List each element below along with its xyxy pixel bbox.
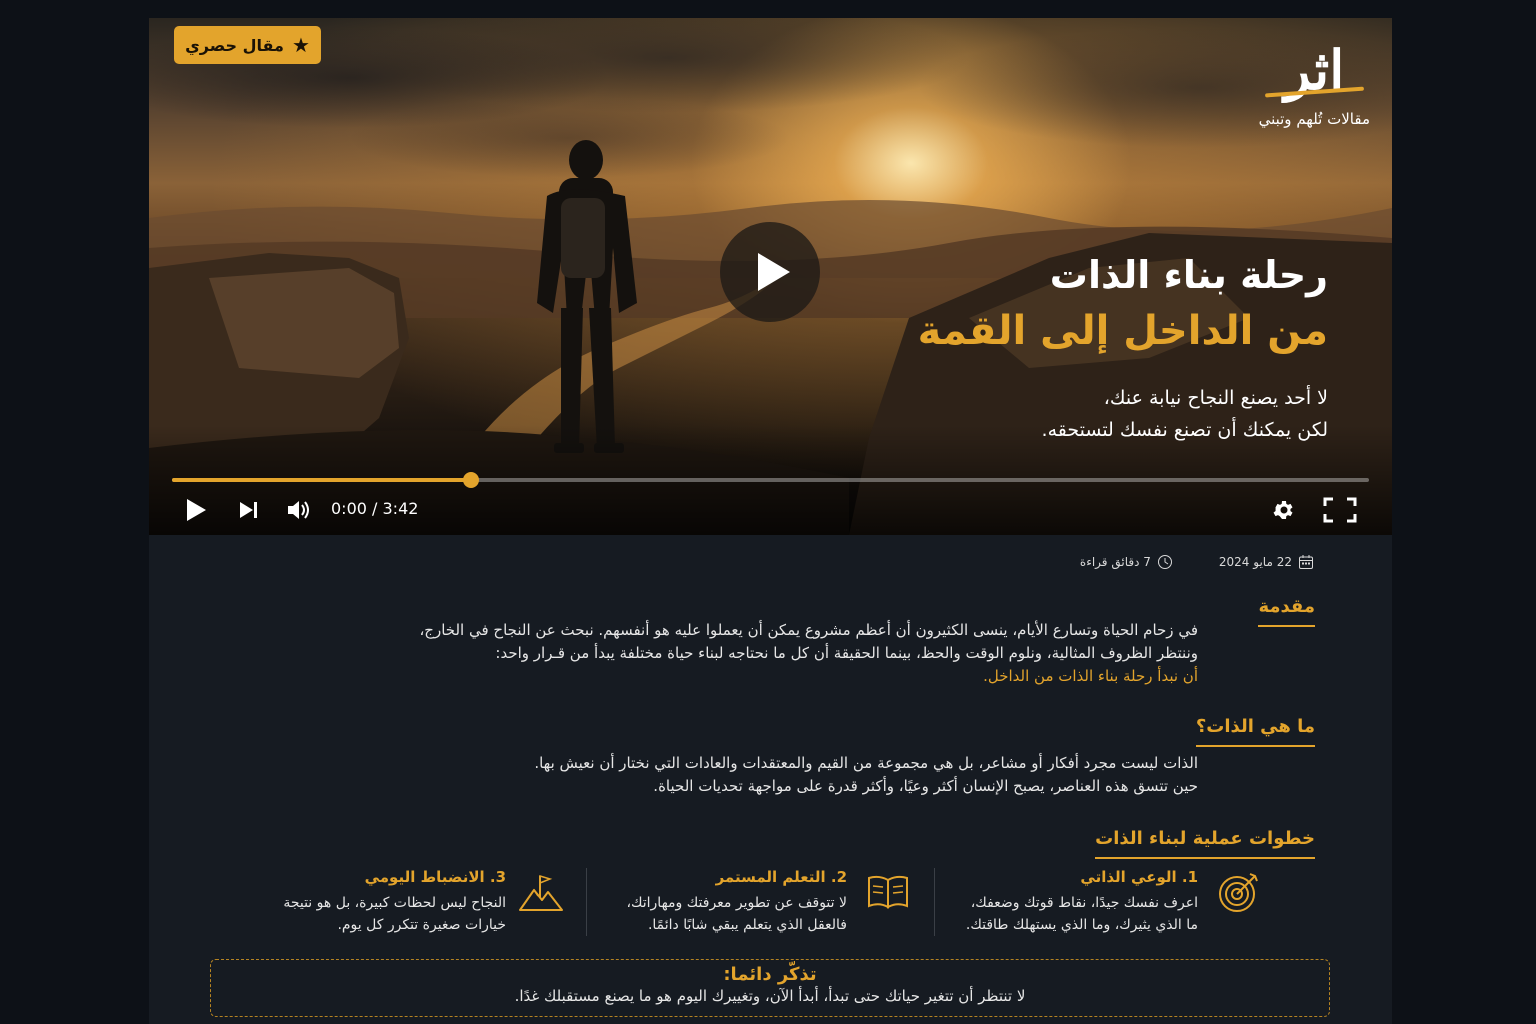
video-headline: رحلة بناء الذات من الداخل إلى القمة لا أ… [918, 250, 1328, 446]
headline-line-1: رحلة بناء الذات [1049, 253, 1328, 297]
progress-bar[interactable] [172, 472, 1369, 488]
star-icon: ★ [291, 33, 310, 57]
callout-title: تذكّر دائما: [723, 964, 817, 985]
clock-icon [1157, 555, 1172, 569]
what-is-self-paragraph: الذات ليست مجرد أفكار أو مشاعر، بل هي مج… [534, 752, 1198, 798]
badge-label: مقال حصري [185, 35, 284, 55]
step-item-1: 1. الوعي الذاتي اعرف نفسك جيدًا، نقاط قو… [938, 868, 1198, 940]
next-button[interactable] [238, 496, 260, 524]
callout-text: لا تنتظر أن تتغير حياتك حتى تبدأ، أبدأ ا… [514, 987, 1026, 1005]
settings-button[interactable] [1271, 496, 1295, 524]
what-is-line-1: الذات ليست مجرد أفكار أو مشاعر، بل هي مج… [534, 754, 1198, 772]
step-1-line-2: ما الذي يثيرك، وما الذي يستهلك طاقتك. [965, 917, 1198, 933]
intro-paragraph: في زحام الحياة وتسارع الأيام، ينسى الكثي… [419, 619, 1198, 688]
intro-line-1: في زحام الحياة وتسارع الأيام، ينسى الكثي… [419, 621, 1198, 639]
article-card: ★ مقال حصري اثر مقالات تُلهم وتبني رحلة … [149, 18, 1392, 1024]
big-play-button[interactable] [720, 222, 820, 322]
book-icon [867, 874, 911, 916]
exclusive-badge: ★ مقال حصري [174, 26, 321, 64]
step-divider [934, 868, 935, 936]
headline-line-2: من الداخل إلى القمة [917, 308, 1328, 354]
video-player[interactable]: ★ مقال حصري اثر مقالات تُلهم وتبني رحلة … [149, 18, 1392, 535]
headline-subline-1: لا أحد يصنع النجاح نيابة عنك، [1103, 387, 1328, 409]
target-icon [1217, 870, 1261, 918]
volume-button[interactable] [286, 496, 312, 524]
publish-date-text: 22 مايو 2024 [1218, 555, 1292, 569]
skip-next-icon [240, 502, 257, 518]
intro-heading: مقدمة [1258, 596, 1315, 627]
publish-date: 22 مايو 2024 [1219, 554, 1314, 570]
intro-highlight: أن نبدأ رحلة بناء الذات من الداخل. [983, 667, 1198, 685]
headline-subline-2: لكن يمكنك أن تصنع نفسك لتستحقه. [1041, 419, 1328, 441]
logo-tagline: مقالات تُلهم وتبني [1258, 110, 1370, 128]
calendar-icon [1299, 555, 1313, 569]
article-meta: 22 مايو 2024 7 دقائق قراءة [1080, 554, 1314, 570]
logo-mark: اثر [1259, 40, 1370, 100]
volume-icon [288, 501, 309, 519]
brand-logo[interactable]: اثر مقالات تُلهم وتبني [1259, 40, 1370, 128]
progress-fill [172, 478, 472, 482]
intro-line-2: وننتظر الظروف المثالية، ونلوم الوقت والح… [495, 644, 1198, 662]
step-2-line-1: لا تتوقف عن تطوير معرفتك ومهاراتك، [626, 895, 847, 911]
read-time: 7 دقائق قراءة [1080, 554, 1173, 570]
read-time-text: 7 دقائق قراءة [1079, 555, 1151, 569]
play-icon [187, 499, 206, 521]
play-icon [758, 253, 790, 291]
step-3-title: 3. الانضباط اليومي [364, 868, 506, 886]
step-2-title: 2. التعلم المستمر [715, 868, 847, 886]
fullscreen-button[interactable] [1323, 496, 1357, 524]
play-button[interactable] [184, 496, 208, 524]
mountain-flag-icon [518, 872, 564, 916]
gear-icon [1273, 501, 1293, 519]
step-item-3: 3. الانضباط اليومي النجاح ليس لحظات كبير… [246, 868, 506, 940]
step-2-line-2: فالعقل الذي يتعلم يبقي شابًا دائمًا. [647, 917, 847, 933]
fullscreen-icon [1323, 497, 1357, 523]
step-item-2: 2. التعلم المستمر لا تتوقف عن تطوير معرف… [587, 868, 847, 940]
step-1-line-1: اعرف نفسك جيدًا، نقاط قوتك وضعفك، [970, 895, 1198, 911]
step-3-line-1: النجاح ليس لحظات كبيرة، بل هو نتيجة [283, 895, 506, 911]
what-is-line-2: حين تتسق هذه العناصر، يصبح الإنسان أكثر … [653, 777, 1198, 795]
what-is-self-heading: ما هي الذات؟ [1195, 716, 1315, 747]
time-display: 0:00 / 3:42 [331, 499, 419, 518]
step-1-title: 1. الوعي الذاتي [1080, 868, 1198, 886]
steps-heading: خطوات عملية لبناء الذات [1095, 828, 1315, 859]
remember-callout: تذكّر دائما: لا تنتظر أن تتغير حياتك حتى… [210, 959, 1330, 1017]
step-3-line-2: خيارات صغيرة تتكرر كل يوم. [337, 917, 506, 933]
